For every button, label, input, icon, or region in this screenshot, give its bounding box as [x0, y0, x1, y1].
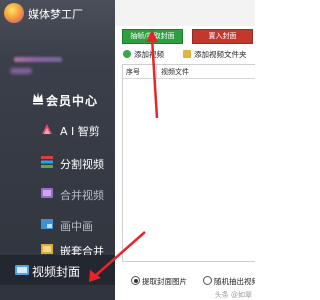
radio-random-label: 随机抽出视频	[214, 277, 255, 286]
add-toolbar: 添加视频 添加视频文件夹	[115, 46, 255, 62]
sidebar-item-video-cover[interactable]: 视频封面	[0, 255, 115, 285]
sidebar-item-vip[interactable]: 会员中心	[0, 87, 115, 113]
sidebar-item-ai-edit[interactable]: A I 智剪	[0, 117, 115, 143]
radio-selected-icon	[131, 276, 140, 285]
sidebar-item-picture-in-picture[interactable]: 画中画	[0, 212, 115, 238]
add-video-label: 添加视频	[134, 50, 164, 59]
options-bar: 提取封面图片 随机抽出视频 头条 @如翠	[115, 268, 255, 300]
column-header-video-file[interactable]: 视频文件	[161, 67, 189, 77]
brand-header: 媒体梦工厂	[0, 0, 115, 28]
sidebar-item-label: 画中画	[60, 220, 93, 233]
sidebar-item-split-video[interactable]: 分割视频	[0, 150, 115, 176]
radio-unselected-icon	[203, 276, 212, 285]
merge-icon	[41, 188, 53, 198]
watermark: 头条 @如翠	[214, 291, 252, 299]
sidebar-item-label: A I 智剪	[60, 125, 100, 138]
top-strip	[115, 0, 255, 26]
column-header-index[interactable]: 序号	[126, 67, 140, 77]
sidebar-item-merge-video[interactable]: 合并视频	[0, 181, 115, 207]
cover-icon	[15, 265, 29, 275]
plus-icon	[123, 50, 131, 58]
app-title: 媒体梦工厂	[28, 8, 83, 21]
table-header: 序号 视频文件	[123, 65, 255, 79]
radio-extract-cover[interactable]: 提取封面图片	[131, 276, 187, 287]
nest-icon	[41, 244, 53, 254]
column-divider	[156, 65, 157, 78]
radio-extract-label: 提取封面图片	[142, 277, 187, 286]
radio-random-frame[interactable]: 随机抽出视频	[203, 276, 255, 287]
sidebar-item-label: 合并视频	[60, 189, 104, 202]
sidebar-item-label: 会员中心	[46, 94, 99, 108]
blurred-username	[14, 57, 62, 62]
pip-icon	[41, 219, 53, 229]
sidebar-item-label: 视频封面	[32, 265, 81, 279]
app-logo	[4, 3, 24, 23]
sidebar-item-label: 分割视频	[60, 158, 104, 171]
sidebar: 媒体梦工厂 会员中心 A I 智剪 分割视频 合并视频 画中画 嵌套合并 视频封…	[0, 0, 115, 300]
set-cover-button[interactable]: 置入封面	[192, 29, 253, 44]
ai-icon	[42, 124, 52, 134]
video-table[interactable]: 序号 视频文件	[122, 64, 255, 262]
main-panel: 抽帧/提取封面 置入封面 添加视频 添加视频文件夹 序号 视频文件 提取封面图片…	[115, 0, 255, 300]
app-window: 媒体梦工厂 会员中心 A I 智剪 分割视频 合并视频 画中画 嵌套合并 视频封…	[0, 0, 255, 300]
crown-icon	[33, 92, 43, 105]
extract-cover-button[interactable]: 抽帧/提取封面	[122, 29, 183, 44]
add-video-button[interactable]: 添加视频	[123, 49, 164, 60]
blurred-avatar-detail	[10, 68, 32, 74]
split-icon	[41, 156, 53, 168]
add-folder-button[interactable]: 添加视频文件夹	[183, 49, 247, 60]
add-folder-label: 添加视频文件夹	[194, 50, 247, 59]
folder-icon	[183, 50, 191, 58]
